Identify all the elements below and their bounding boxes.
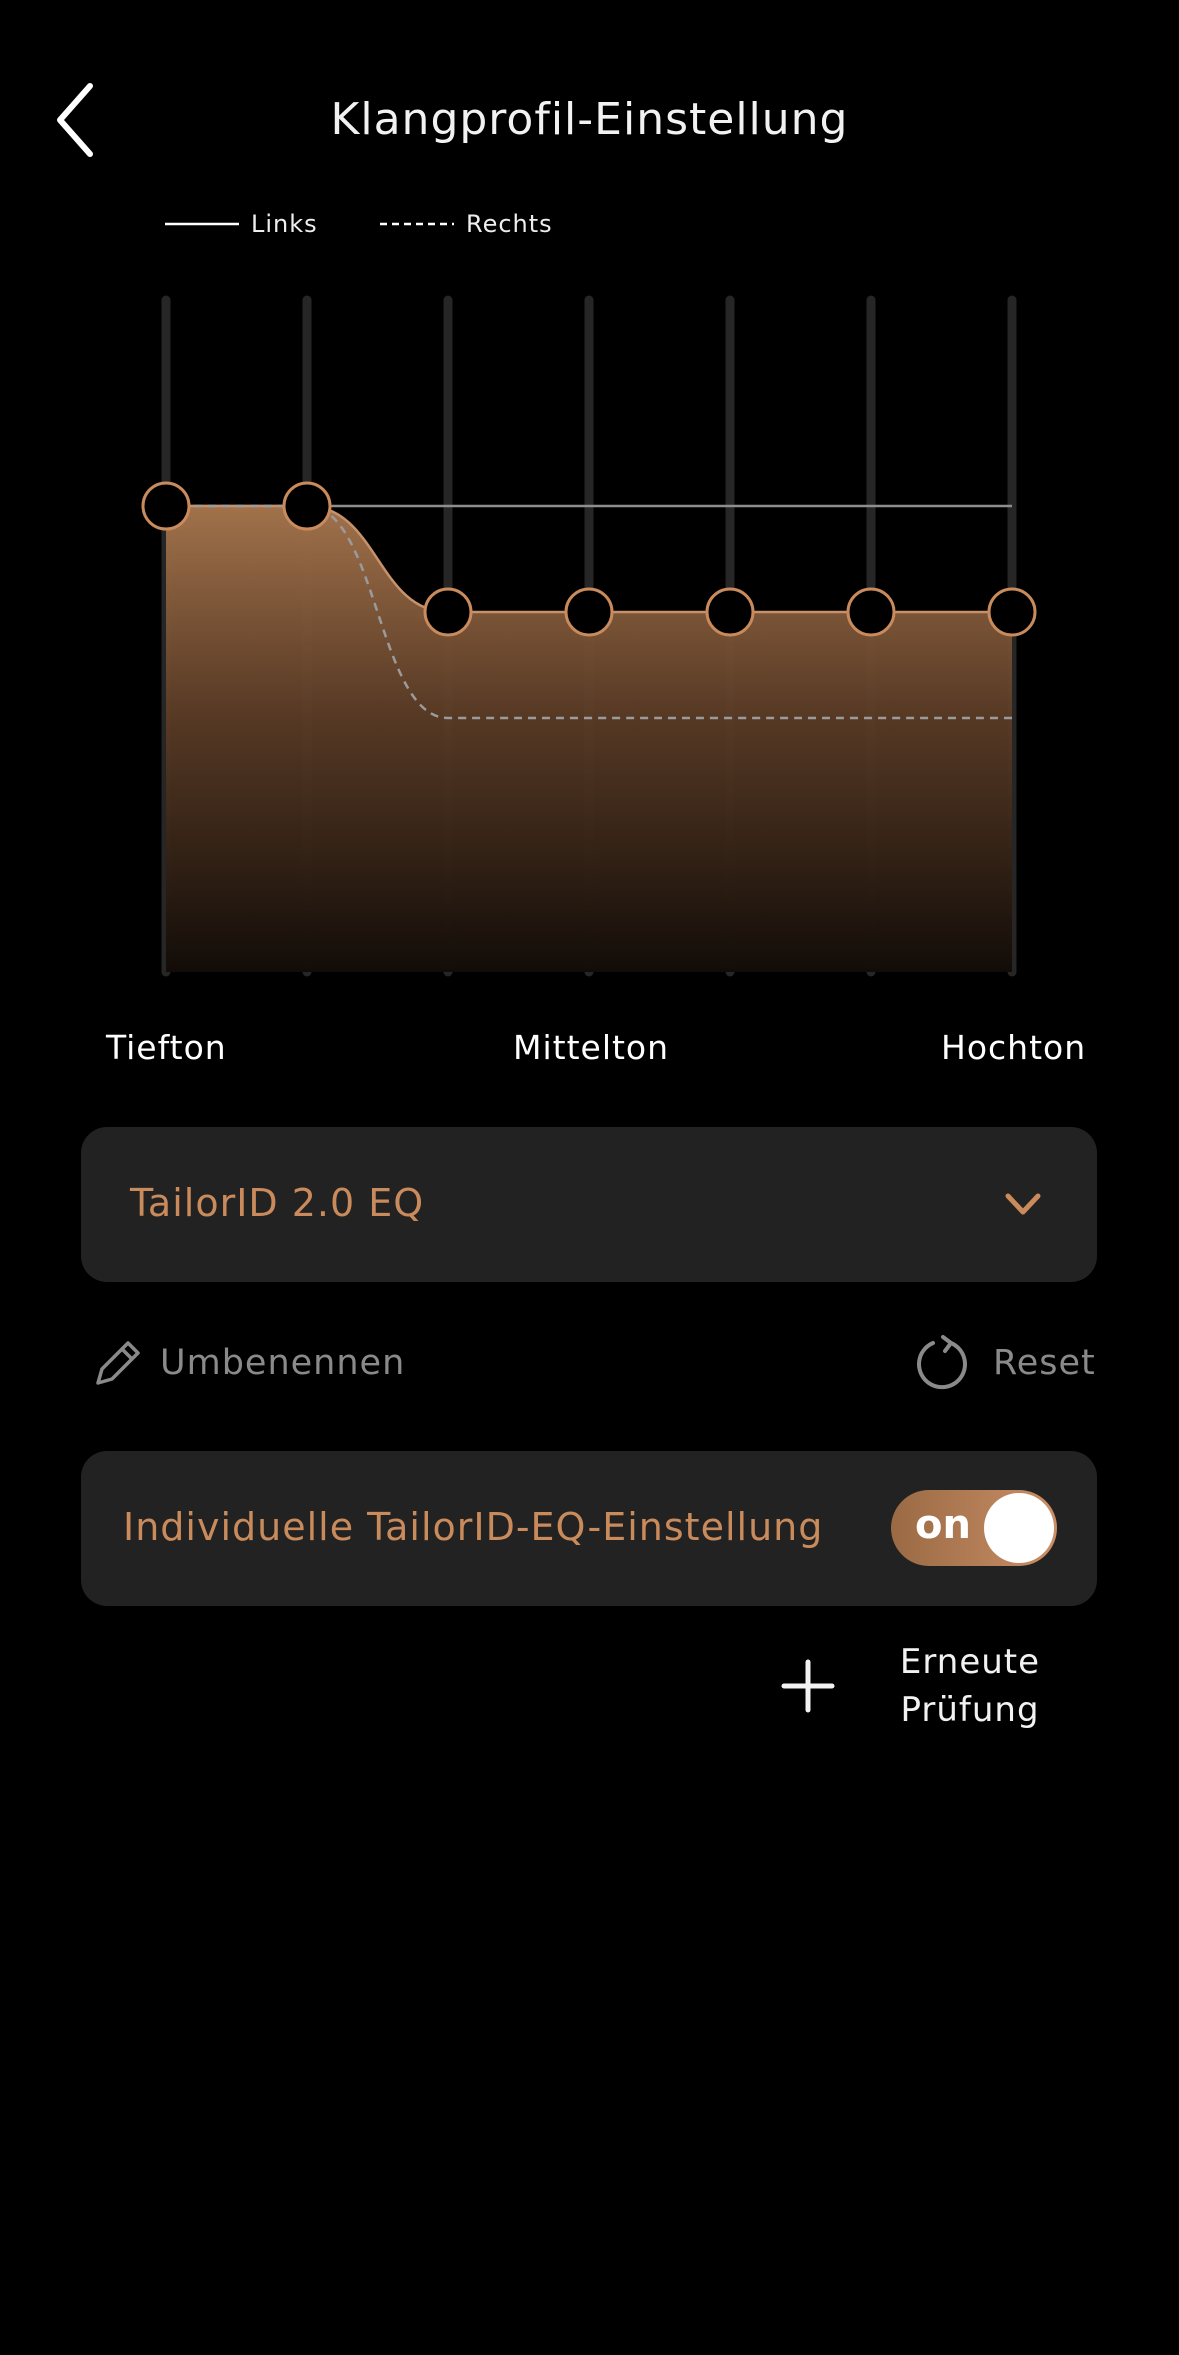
eq-band-handle[interactable]: [564, 587, 614, 637]
retest-label-line2: Prüfung: [900, 1690, 1040, 1730]
eq-band-handle[interactable]: [987, 587, 1037, 637]
eq-band-handle[interactable]: [423, 587, 473, 637]
eq-band-handle[interactable]: [141, 481, 191, 531]
eq-band-handle[interactable]: [846, 587, 896, 637]
retest-button[interactable]: Erneute Prüfung: [780, 1636, 1100, 1736]
toggle-state-label: on: [915, 1502, 971, 1548]
legend-right: Rechts: [378, 204, 553, 244]
retest-label-line1: Erneute: [899, 1642, 1041, 1682]
preset-dropdown[interactable]: TailorID 2.0 EQ: [81, 1127, 1097, 1282]
eq-band-handle[interactable]: [282, 481, 332, 531]
legend-right-label: Rechts: [466, 210, 553, 238]
page-title: Klangprofil-Einstellung: [330, 94, 849, 145]
individual-eq-label: Individuelle TailorID-EQ-Einstellung: [123, 1505, 824, 1549]
band-label-high: Hochton: [941, 1028, 1087, 1067]
toggle-knob: [984, 1493, 1054, 1563]
eq-chart: [141, 295, 1037, 977]
preset-label: TailorID 2.0 EQ: [130, 1181, 425, 1225]
band-label-mid: Mittelton: [513, 1028, 670, 1067]
chevron-down-icon: [1005, 1193, 1041, 1215]
legend-left-label: Links: [251, 210, 318, 238]
rename-label: Umbenennen: [160, 1343, 406, 1383]
rename-button[interactable]: Umbenennen: [90, 1333, 405, 1393]
reset-button[interactable]: Reset: [915, 1333, 1096, 1393]
plus-icon: [781, 1659, 835, 1713]
individual-eq-toggle[interactable]: on: [891, 1490, 1057, 1566]
eq-band-handle[interactable]: [705, 587, 755, 637]
legend-left: Links: [163, 204, 318, 244]
dashed-line-icon: [380, 222, 454, 226]
reset-label: Reset: [993, 1343, 1096, 1383]
solid-line-icon: [165, 222, 239, 226]
pencil-icon: [96, 1341, 140, 1385]
retest-label: Erneute Prüfung: [880, 1638, 1060, 1734]
individual-eq-card: Individuelle TailorID-EQ-Einstellung on: [81, 1451, 1097, 1606]
band-label-low: Tiefton: [106, 1028, 227, 1067]
reset-icon: [917, 1335, 967, 1390]
